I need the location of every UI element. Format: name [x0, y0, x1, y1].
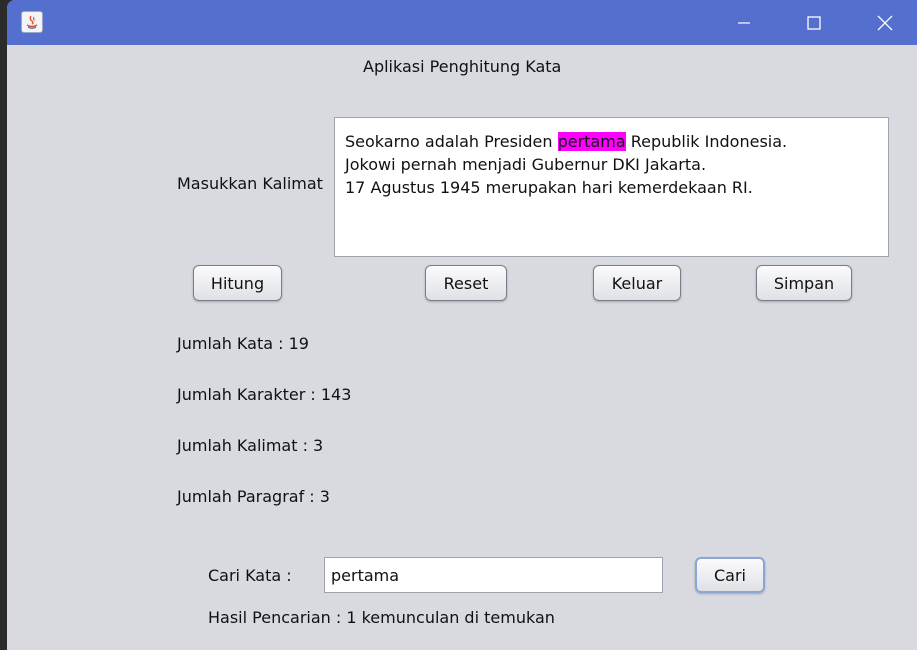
text-line-2: Jokowi pernah menjadi Gubernur DKI Jakar…: [345, 155, 707, 174]
maximize-icon: [807, 15, 821, 30]
cari-button[interactable]: Cari: [695, 557, 765, 593]
search-highlight: pertama: [557, 132, 626, 151]
input-label: Masukkan Kalimat: [177, 174, 323, 193]
minimize-button[interactable]: [709, 0, 779, 45]
word-count-label: Jumlah Kata : 19: [177, 334, 309, 353]
text-line-1: Seokarno adalah Presiden pertama Republi…: [345, 132, 788, 151]
simpan-button[interactable]: Simpan: [756, 265, 852, 301]
keluar-button[interactable]: Keluar: [593, 265, 681, 301]
paragraph-count-label: Jumlah Paragraf : 3: [177, 487, 330, 506]
title-bar[interactable]: [7, 0, 917, 45]
close-icon: [877, 15, 893, 30]
character-count-label: Jumlah Karakter : 143: [177, 385, 352, 404]
app-window: Aplikasi Penghitung Kata Masukkan Kalima…: [7, 0, 917, 650]
reset-button[interactable]: Reset: [425, 265, 507, 301]
minimize-icon: [738, 21, 750, 24]
search-input[interactable]: [324, 557, 663, 593]
maximize-button[interactable]: [779, 0, 849, 45]
sentence-count-label: Jumlah Kalimat : 3: [177, 436, 324, 455]
search-label: Cari Kata :: [208, 566, 292, 585]
hitung-button[interactable]: Hitung: [193, 265, 282, 301]
text-line-3: 17 Agustus 1945 merupakan hari kemerdeka…: [345, 178, 753, 197]
java-icon: [21, 11, 43, 33]
page-title: Aplikasi Penghitung Kata: [363, 57, 562, 76]
close-button[interactable]: [850, 0, 917, 45]
sentence-textarea[interactable]: Seokarno adalah Presiden pertama Republi…: [334, 117, 889, 257]
search-result-label: Hasil Pencarian : 1 kemunculan di temuka…: [208, 608, 555, 627]
